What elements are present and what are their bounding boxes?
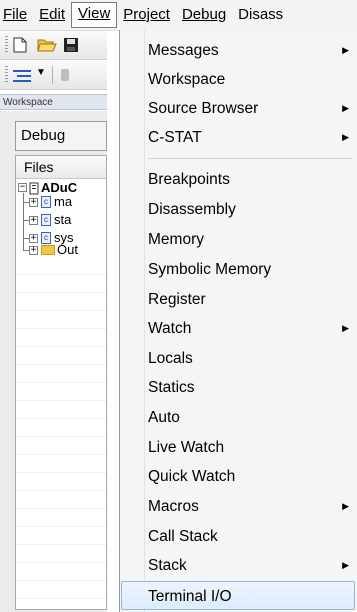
- tool-disabled-icon: [61, 69, 69, 81]
- tree-item-label: Out: [57, 242, 78, 257]
- expand-icon[interactable]: +: [29, 216, 38, 225]
- tree-item-label: ma: [54, 194, 73, 209]
- files-column-header[interactable]: Files: [16, 156, 106, 179]
- c-file-icon: c: [41, 214, 51, 226]
- toolbar-separator: [52, 66, 53, 84]
- menu-item-terminal-io[interactable]: Terminal I/O: [121, 581, 355, 610]
- configuration-select[interactable]: Debug: [15, 121, 107, 151]
- view-menu-dropdown: Messages ▶ Workspace Source Browser ▶ C-ST…: [119, 30, 357, 612]
- menu-item-symbolic-memory[interactable]: Symbolic Memory: [121, 255, 355, 284]
- submenu-arrow-icon: ▶: [342, 560, 349, 570]
- save-icon[interactable]: [63, 37, 79, 53]
- open-folder-icon[interactable]: [37, 37, 57, 53]
- new-file-icon[interactable]: [13, 37, 27, 53]
- menu-item-macros[interactable]: Macros ▶: [121, 492, 355, 521]
- menu-item-auto[interactable]: Auto: [121, 403, 355, 432]
- menu-separator: [148, 158, 353, 159]
- menu-item-messages[interactable]: Messages ▶: [121, 36, 355, 65]
- files-tree-panel: Files − ADuC + c ma + c sta + c sys + Ou…: [15, 155, 107, 610]
- toolbar-grip-icon[interactable]: [5, 66, 8, 84]
- workspace-caption: Workspace: [0, 94, 107, 110]
- menu-item-live-watch[interactable]: Live Watch: [121, 433, 355, 462]
- menu-item-disassembly[interactable]: Disassembly: [121, 195, 355, 224]
- c-file-icon: c: [41, 196, 51, 208]
- menu-item-locals[interactable]: Locals: [121, 344, 355, 373]
- tree-row-folder[interactable]: + Out: [16, 241, 106, 259]
- tree-row-file[interactable]: + c sta: [16, 211, 106, 229]
- menu-item-c-stat[interactable]: C-STAT ▶: [121, 123, 355, 152]
- chevron-down-icon[interactable]: ▼: [36, 67, 46, 78]
- menu-item-watch[interactable]: Watch ▶: [121, 314, 355, 343]
- menu-item-statics[interactable]: Statics: [121, 373, 355, 402]
- menu-item-stack[interactable]: Stack ▶: [121, 551, 355, 580]
- menu-debug[interactable]: Debug: [176, 3, 232, 27]
- menu-disassembly[interactable]: Disass: [232, 3, 289, 27]
- menu-edit[interactable]: Edit: [33, 3, 71, 27]
- menubar: File Edit View Project Debug Disass: [0, 0, 357, 31]
- tree-item-label: sta: [54, 212, 72, 227]
- collapse-icon[interactable]: −: [18, 183, 27, 192]
- menu-item-breakpoints[interactable]: Breakpoints: [121, 165, 355, 194]
- menu-item-workspace[interactable]: Workspace: [121, 65, 355, 94]
- tree-row-file[interactable]: + c ma: [16, 193, 106, 211]
- toolbar-grip-icon[interactable]: [5, 36, 8, 54]
- expand-icon[interactable]: +: [29, 246, 38, 255]
- expand-icon[interactable]: +: [29, 198, 38, 207]
- submenu-arrow-icon: ▶: [342, 103, 349, 113]
- submenu-arrow-icon: ▶: [342, 323, 349, 333]
- submenu-arrow-icon: ▶: [342, 45, 349, 55]
- menu-view[interactable]: View: [71, 2, 118, 28]
- menu-file[interactable]: File: [0, 3, 33, 27]
- menu-item-call-stack[interactable]: Call Stack: [121, 522, 355, 551]
- folder-icon: [41, 245, 55, 255]
- menu-project[interactable]: Project: [117, 3, 176, 27]
- menu-item-source-browser[interactable]: Source Browser ▶: [121, 94, 355, 123]
- menu-item-register[interactable]: Register: [121, 285, 355, 314]
- workspace-panel: Debug Files − ADuC + c ma + c sta + c sy…: [0, 111, 107, 612]
- indent-list-icon[interactable]: [12, 68, 34, 83]
- secondary-toolbar: ▼: [0, 61, 107, 90]
- main-toolbar: [0, 31, 107, 60]
- menu-item-quick-watch[interactable]: Quick Watch: [121, 462, 355, 491]
- submenu-arrow-icon: ▶: [342, 132, 349, 142]
- menu-item-memory[interactable]: Memory: [121, 225, 355, 254]
- submenu-arrow-icon: ▶: [342, 501, 349, 511]
